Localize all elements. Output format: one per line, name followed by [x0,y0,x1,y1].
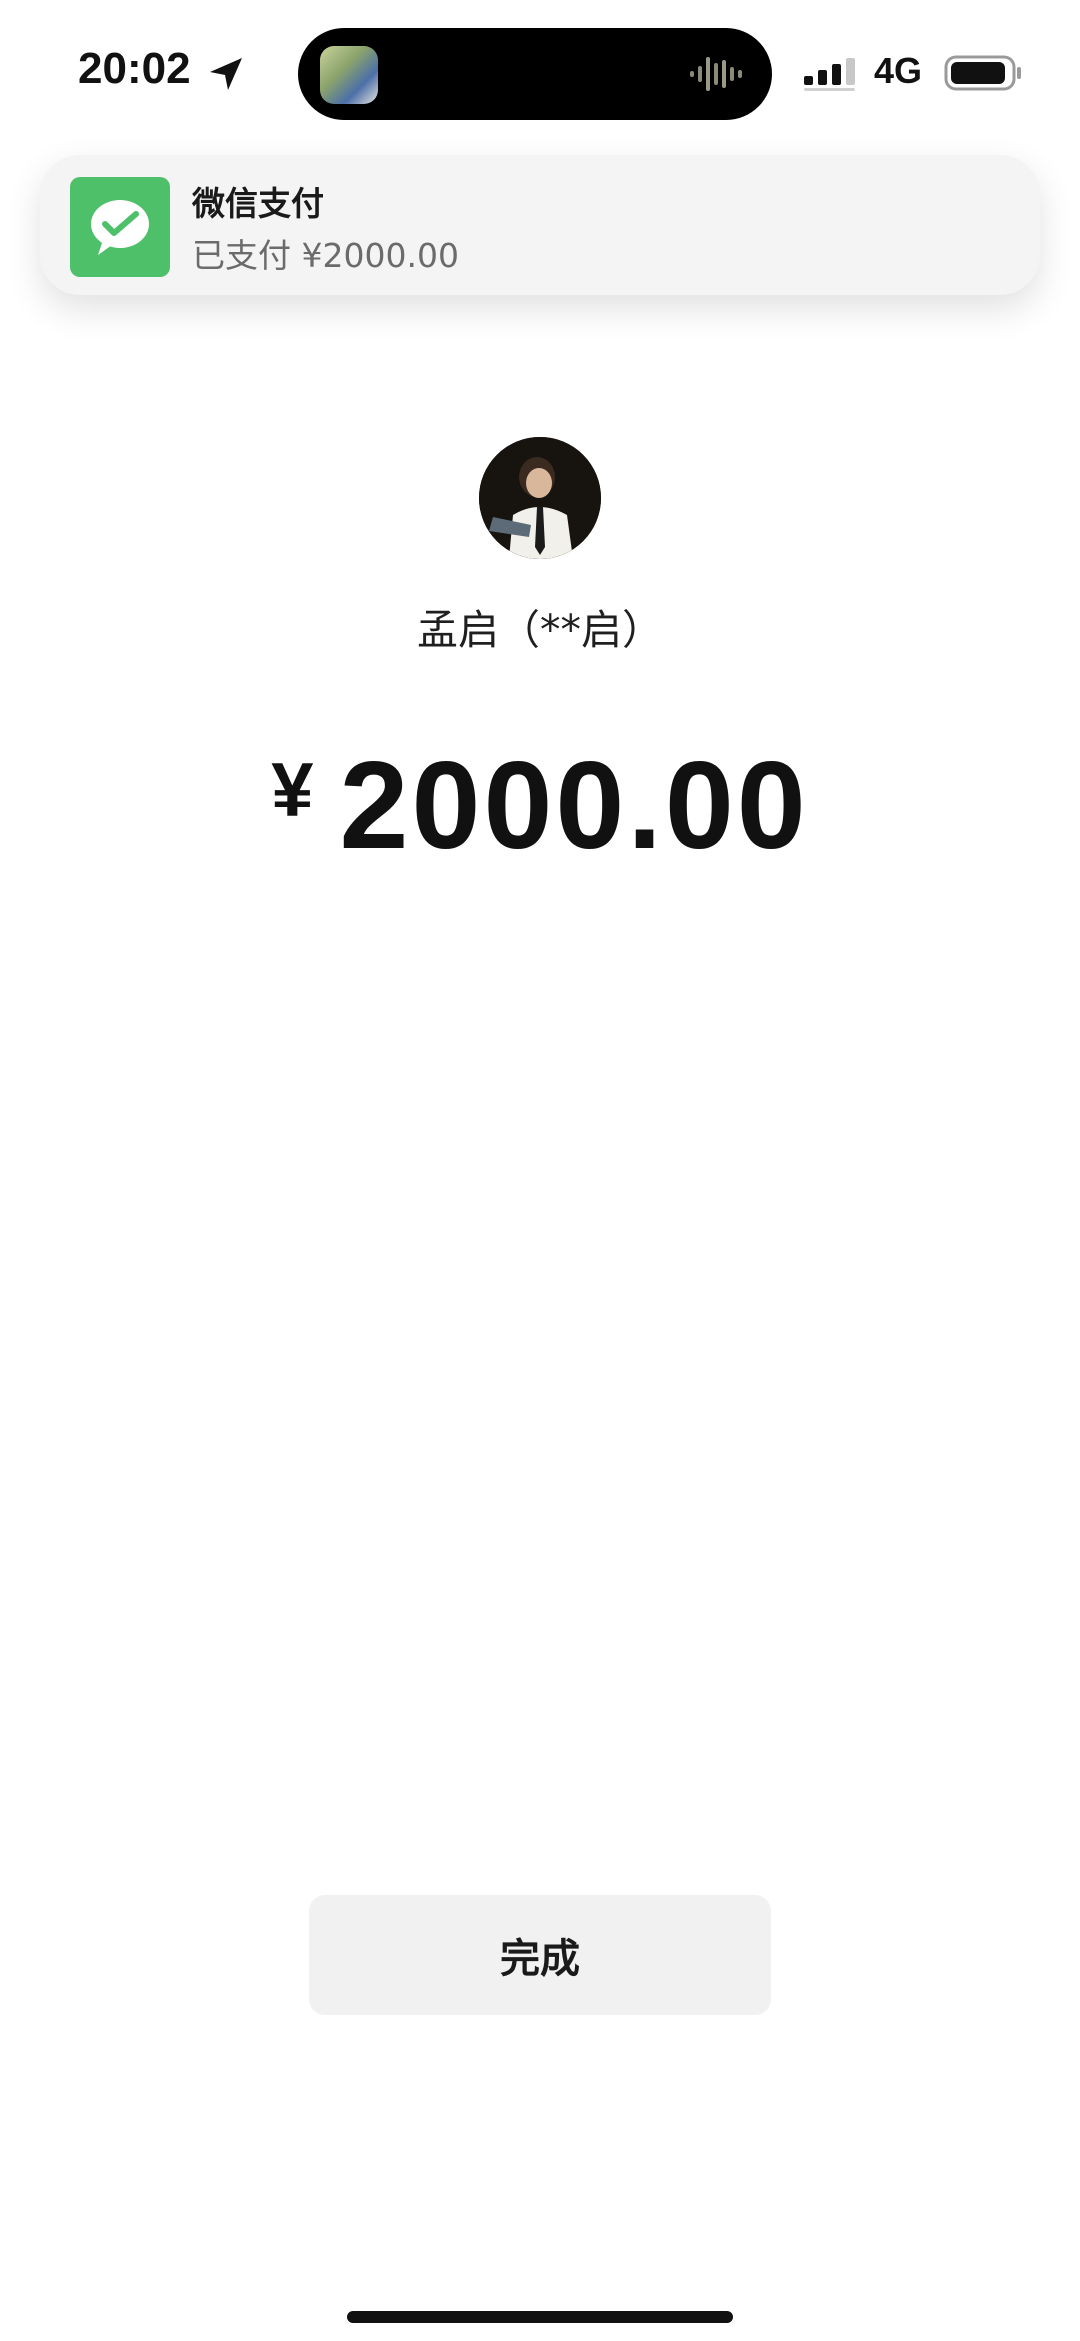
audio-waveform-icon [690,57,742,91]
payee-name: 孟启（**启） [417,606,663,654]
amount-value: 2000.00 [339,737,809,875]
now-playing-artwork [320,46,378,104]
payment-success-screen: 20:02 4G 微信支付 已支付 ¥2000.00 孟启（**启） ¥ 200… [0,0,1080,2341]
notification-message: 已支付 ¥2000.00 [192,236,459,275]
battery-icon [944,55,1021,91]
dynamic-island[interactable] [298,28,772,120]
notification-title: 微信支付 [192,184,324,223]
currency-symbol: ¥ [271,748,314,833]
status-time: 20:02 [78,44,191,93]
network-type-label: 4G [874,50,923,91]
payee-avatar [479,437,601,559]
location-arrow-icon [210,58,242,90]
home-indicator[interactable] [347,2311,733,2323]
cellular-signal-icon [804,58,855,91]
done-button[interactable]: 完成 [309,1895,771,2015]
wechat-pay-icon [70,177,170,277]
payment-amount: ¥2000.00 [0,735,1080,877]
wechat-pay-notification[interactable]: 微信支付 已支付 ¥2000.00 [40,155,1040,295]
